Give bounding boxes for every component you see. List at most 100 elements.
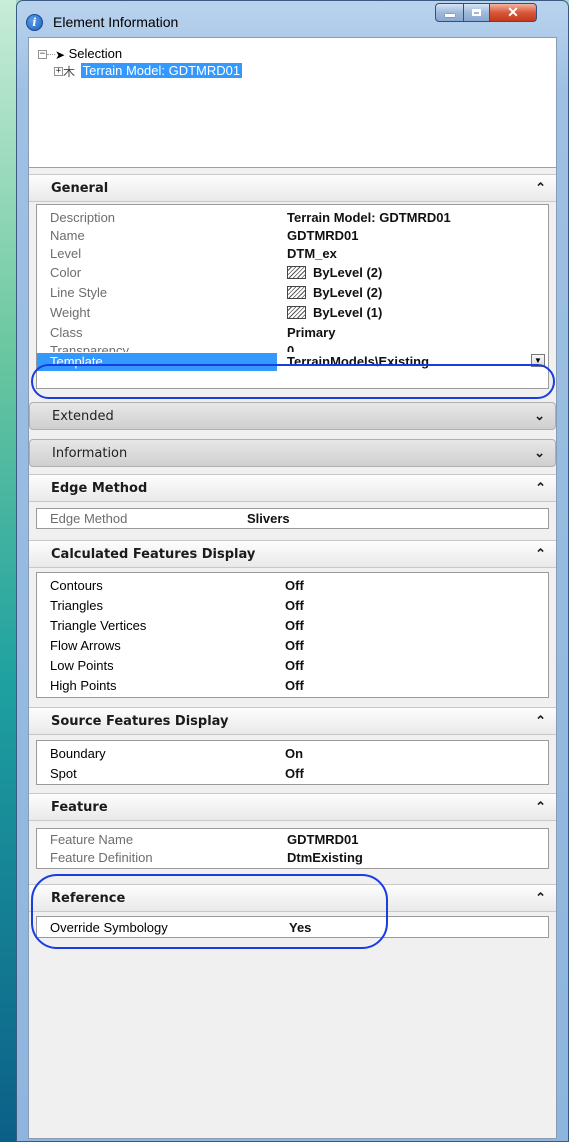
property-label: Triangles xyxy=(50,598,103,613)
property-label: Weight xyxy=(50,305,91,320)
symbology-swatch-icon xyxy=(287,266,306,279)
property-value: Yes xyxy=(289,920,312,935)
property-row[interactable]: Edge Method Slivers xyxy=(37,511,548,527)
section-title: Feature xyxy=(51,800,108,815)
element-information-window: i Element Information ✕ − ➤ Selection + ⽊ … xyxy=(16,0,569,1142)
edge-method-properties: Edge Method Slivers xyxy=(36,508,549,529)
chevron-down-icon[interactable]: ⌄ xyxy=(534,445,545,461)
chevron-up-icon[interactable]: ⌃ xyxy=(535,480,546,496)
property-label: Flow Arrows xyxy=(50,638,121,653)
property-row[interactable]: Low Points Off xyxy=(37,658,548,674)
tree-label-terrain-model: Terrain Model: GDTMRD01 xyxy=(80,63,243,78)
desktop-background xyxy=(0,0,16,1142)
chevron-up-icon[interactable]: ⌃ xyxy=(535,799,546,815)
chevron-up-icon[interactable]: ⌃ xyxy=(535,713,546,729)
property-row[interactable]: Override Symbology Yes xyxy=(37,920,548,936)
chevron-up-icon[interactable]: ⌃ xyxy=(535,180,546,196)
property-label: Line Style xyxy=(50,285,108,300)
property-row[interactable]: Feature Name GDTMRD01 xyxy=(37,832,548,848)
tree-label-selection: Selection xyxy=(68,46,123,61)
property-value: Off xyxy=(285,658,304,673)
property-row-template[interactable]: Template TerrainModels\Existing ▼ xyxy=(37,353,548,371)
section-header-general[interactable]: General ⌃ xyxy=(29,174,556,202)
section-header-extended[interactable]: Extended ⌄ xyxy=(29,402,556,430)
maximize-icon xyxy=(472,9,481,16)
property-value: ByLevel (2) xyxy=(313,285,383,300)
title-bar[interactable]: i Element Information ✕ xyxy=(17,1,568,37)
property-label: Feature Definition xyxy=(50,850,153,865)
property-label: Contours xyxy=(50,578,103,593)
property-value: ByLevel (2) xyxy=(313,265,383,280)
property-label: Feature Name xyxy=(50,832,134,847)
property-row[interactable]: Feature Definition DtmExisting xyxy=(37,850,548,866)
property-label: Color xyxy=(50,265,82,280)
property-value: On xyxy=(285,746,304,761)
section-title: Reference xyxy=(51,891,126,906)
property-row[interactable]: Color ByLevel (2) xyxy=(37,265,548,281)
calculated-features-properties: Contours Off Triangles Off Triangle Vertic… xyxy=(36,572,549,698)
property-label: Class xyxy=(50,325,83,340)
chevron-down-icon[interactable]: ▼ xyxy=(531,354,545,367)
property-value: TerrainModels\Existing xyxy=(287,354,430,369)
property-row[interactable]: Triangle Vertices Off xyxy=(37,618,548,634)
property-value: DtmExisting xyxy=(287,850,363,865)
property-value: Off xyxy=(285,578,304,593)
selection-tree[interactable]: − ➤ Selection + ⽊ Terrain Model: GDTMRD01 xyxy=(29,38,556,168)
chevron-up-icon[interactable]: ⌃ xyxy=(535,546,546,562)
property-row[interactable]: Level DTM_ex xyxy=(37,246,548,262)
tree-node-terrain-model[interactable]: + ⽊ Terrain Model: GDTMRD01 xyxy=(54,63,243,80)
property-value: Slivers xyxy=(247,511,290,526)
property-row[interactable]: Contours Off xyxy=(37,578,548,594)
property-value: Primary xyxy=(287,325,336,340)
property-label: Low Points xyxy=(50,658,114,673)
minimize-icon xyxy=(444,14,455,17)
collapse-node-icon[interactable]: − xyxy=(38,50,47,60)
section-header-feature[interactable]: Feature ⌃ xyxy=(29,793,556,821)
symbology-swatch-icon xyxy=(287,286,306,299)
property-label: Transparency xyxy=(50,343,129,352)
property-row[interactable]: Line Style ByLevel (2) xyxy=(37,285,548,301)
template-dropdown[interactable]: TerrainModels\Existing ▼ xyxy=(277,353,548,371)
property-row[interactable]: Boundary On xyxy=(37,746,548,762)
close-icon: ✕ xyxy=(507,4,519,20)
property-row[interactable]: Name GDTMRD01 xyxy=(37,228,548,244)
property-label: Spot xyxy=(50,766,77,781)
property-row[interactable]: Class Primary xyxy=(37,325,548,341)
property-value: Off xyxy=(285,618,304,633)
section-title: Calculated Features Display xyxy=(51,547,256,562)
section-header-calculated-features[interactable]: Calculated Features Display ⌃ xyxy=(29,540,556,568)
tree-node-selection[interactable]: − ➤ Selection xyxy=(38,46,122,62)
property-row[interactable]: High Points Off xyxy=(37,678,548,694)
chevron-up-icon[interactable]: ⌃ xyxy=(535,890,546,906)
property-value: ByLevel (1) xyxy=(313,305,383,320)
section-header-reference[interactable]: Reference ⌃ xyxy=(29,884,556,912)
expand-node-icon[interactable]: + xyxy=(54,67,63,77)
feature-properties: Feature Name GDTMRD01 Feature Definition D… xyxy=(36,828,549,869)
panel-client: − ➤ Selection + ⽊ Terrain Model: GDTMRD01 … xyxy=(28,37,557,1139)
property-row[interactable]: Spot Off xyxy=(37,766,548,782)
property-label: Level xyxy=(50,246,82,261)
property-row[interactable]: Weight ByLevel (1) xyxy=(37,305,548,321)
chevron-down-icon[interactable]: ⌄ xyxy=(534,408,545,424)
source-features-properties: Boundary On Spot Off xyxy=(36,740,549,785)
symbology-swatch-icon xyxy=(287,306,306,319)
section-header-edge-method[interactable]: Edge Method ⌃ xyxy=(29,474,556,502)
property-row[interactable]: Description Terrain Model: GDTMRD01 xyxy=(37,210,548,226)
section-title: Extended xyxy=(52,409,114,424)
section-header-information[interactable]: Information ⌄ xyxy=(29,439,556,467)
info-icon: i xyxy=(26,14,43,31)
property-row[interactable]: Flow Arrows Off xyxy=(37,638,548,654)
property-value: 0 xyxy=(287,343,295,352)
property-label: Triangle Vertices xyxy=(50,618,147,633)
property-row[interactable]: Transparency 0 xyxy=(37,343,548,352)
close-button[interactable]: ✕ xyxy=(489,3,537,22)
section-title: Source Features Display xyxy=(51,714,229,729)
property-label: Template xyxy=(50,354,103,369)
property-row[interactable]: Triangles Off xyxy=(37,598,548,614)
maximize-button[interactable] xyxy=(463,3,490,22)
minimize-button[interactable] xyxy=(435,3,464,22)
property-value: Off xyxy=(285,598,304,613)
property-value: Off xyxy=(285,766,304,781)
section-header-source-features[interactable]: Source Features Display ⌃ xyxy=(29,707,556,735)
reference-properties: Override Symbology Yes xyxy=(36,916,549,938)
